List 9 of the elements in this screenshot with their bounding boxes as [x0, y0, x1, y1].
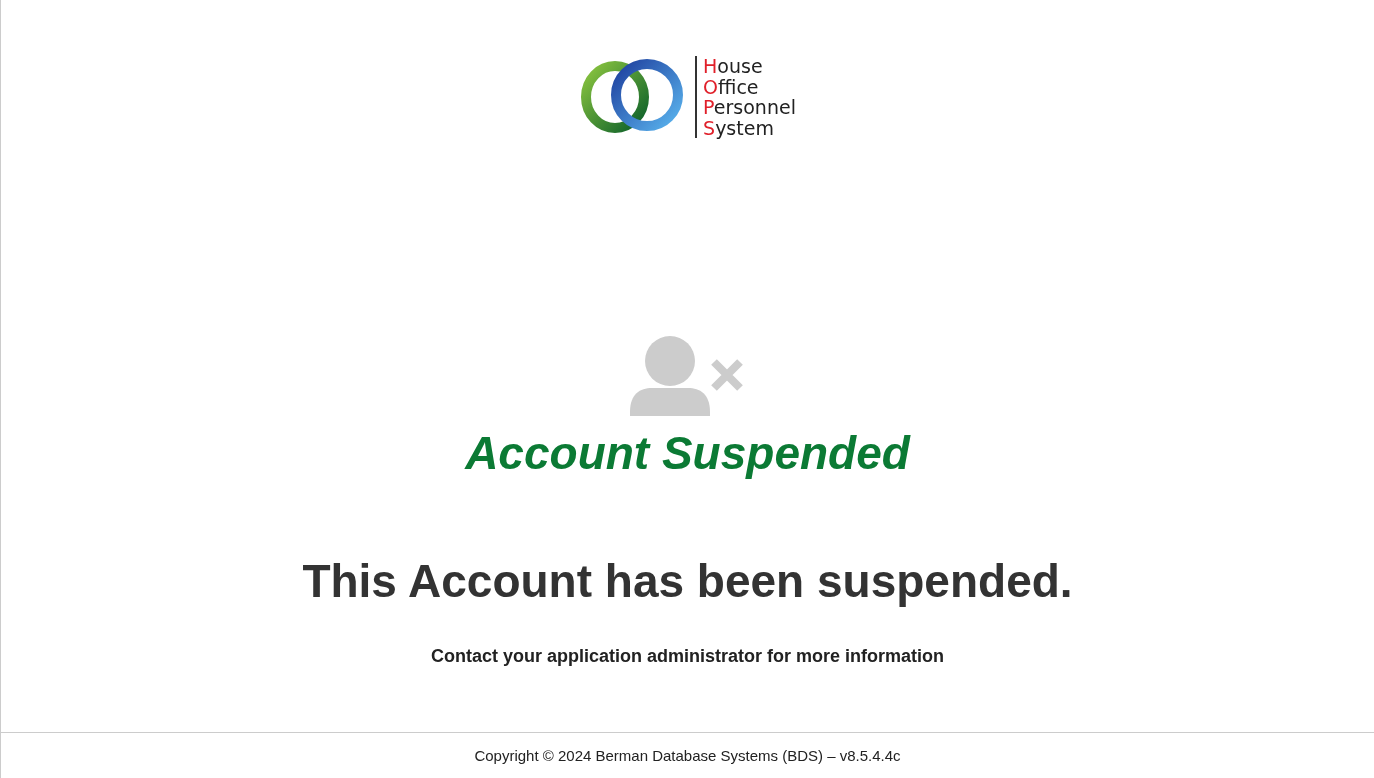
- logo-text: Personnel: [703, 97, 796, 118]
- logo-text: House: [703, 56, 764, 77]
- logo-text: System: [703, 117, 775, 138]
- user-remove-icon: [629, 336, 746, 416]
- copyright-text: Copyright © 2024 Berman Database Systems (BDS) – v8.5.4.4c: [474, 747, 901, 764]
- status-title: Account Suspended: [465, 426, 910, 480]
- contact-message: Contact your application administrator for more information: [430, 646, 944, 667]
- suspended-heading: This Account has been suspended.: [302, 554, 1073, 608]
- logo-text: Office: [703, 76, 760, 97]
